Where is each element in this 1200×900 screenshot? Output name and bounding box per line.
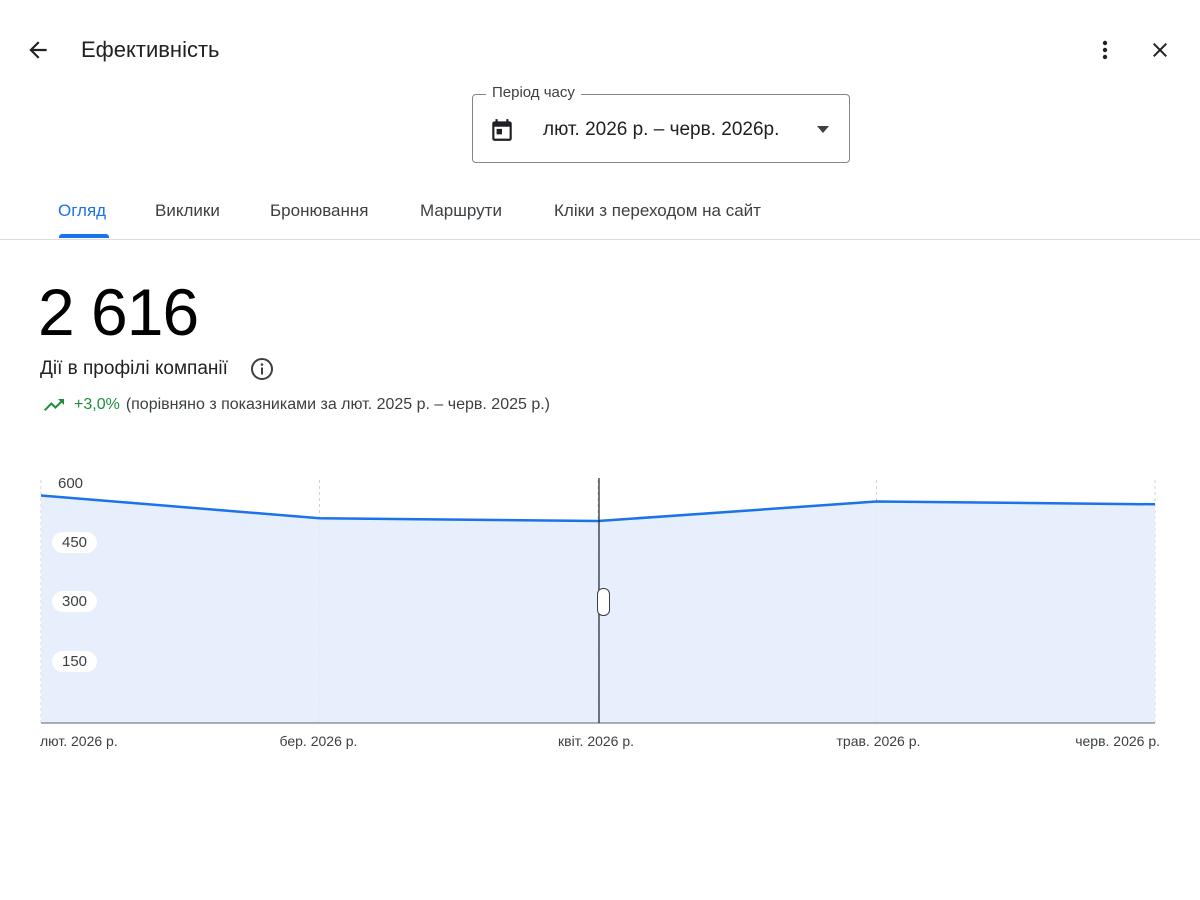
tab-bookings[interactable]: Бронювання <box>270 201 368 221</box>
dropdown-arrow-icon <box>817 126 829 133</box>
calendar-icon <box>492 119 512 141</box>
more-vert-icon <box>1102 40 1108 60</box>
trend-comparison: (порівняно з показниками за лют. 2025 р.… <box>125 396 551 413</box>
chart-x-tick-label: квіт. 2026 р. <box>558 733 635 749</box>
trend-row: +3,0% (порівняно з показниками за лют. 2… <box>42 396 550 414</box>
time-period-label: Період часу <box>486 84 581 101</box>
time-period-select[interactable]: лют. 2026 р. – черв. 2026р. <box>472 94 850 163</box>
chart-x-tick-label: черв. 2026 р. <box>1075 733 1160 749</box>
tab-calls[interactable]: Виклики <box>155 201 220 221</box>
active-tab-indicator <box>59 234 109 238</box>
tab-directions[interactable]: Маршрути <box>420 201 502 221</box>
chart-x-tick-label: трав. 2026 р. <box>836 733 921 749</box>
actions-chart: 600 450 300 150 лют. 2026 р. бер. 2026 р. кві… <box>0 450 1200 770</box>
chart-scrubber-handle[interactable] <box>597 588 610 616</box>
chart-y-tick-label: 600 <box>58 474 84 492</box>
total-actions-value: 2 616 <box>38 275 199 349</box>
chart-y-tick-label: 300 <box>52 591 98 613</box>
chart-x-tick-label: лют. 2026 р. <box>40 733 118 749</box>
time-period-value: лют. 2026 р. – черв. 2026р. <box>543 119 780 140</box>
trending-up-icon <box>44 399 64 411</box>
arrow-back-icon <box>29 41 47 59</box>
info-icon[interactable] <box>250 357 274 381</box>
chart-y-tick-label: 150 <box>52 651 98 673</box>
more-options-button[interactable] <box>1086 30 1124 70</box>
chart-y-tick-label: 450 <box>52 531 98 553</box>
metric-label: Дії в профілі компанії <box>40 358 228 379</box>
top-app-bar: Ефективність <box>0 0 1200 100</box>
tab-bar: Огляд Виклики Бронювання Маршрути Кліки … <box>0 185 1200 240</box>
trend-percent: +3,0% <box>74 396 120 413</box>
chart-x-tick-label: бер. 2026 р. <box>279 733 358 749</box>
tab-overview[interactable]: Огляд <box>58 201 106 221</box>
close-icon <box>1153 43 1167 57</box>
tab-website-clicks[interactable]: Кліки з переходом на сайт <box>554 201 761 221</box>
back-button[interactable] <box>18 30 58 70</box>
close-button[interactable] <box>1140 30 1180 70</box>
page-title: Ефективність <box>81 37 220 62</box>
